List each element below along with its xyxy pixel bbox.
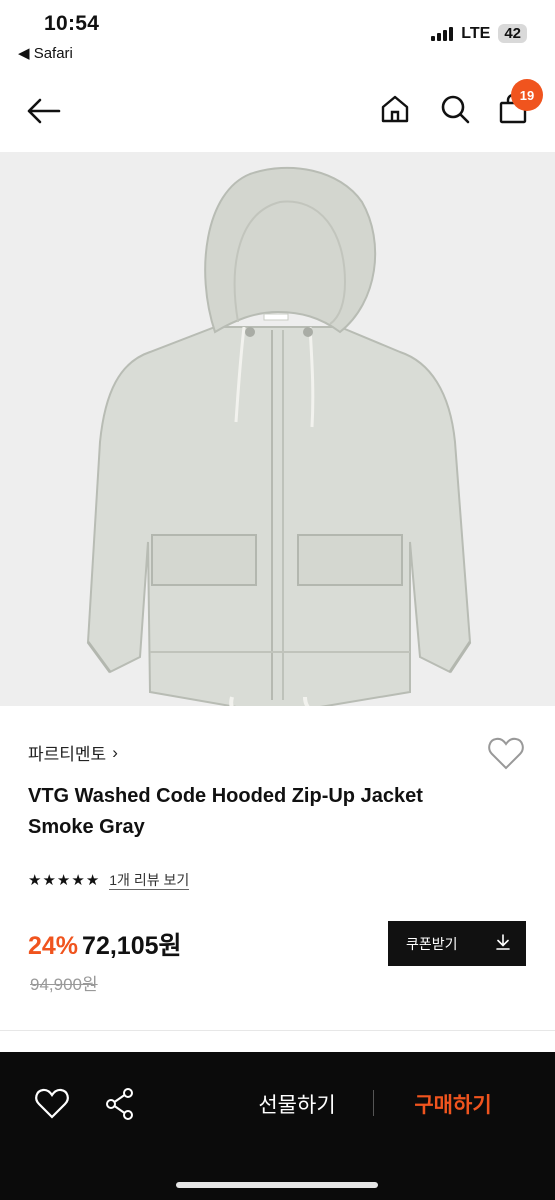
home-icon[interactable] — [374, 88, 416, 130]
coupon-label: 쿠폰받기 — [406, 935, 458, 952]
discount-rate: 24% — [28, 932, 79, 960]
chevron-right-icon: › — [112, 742, 118, 762]
home-indicator[interactable] — [176, 1182, 378, 1188]
back-to-safari-link[interactable]: ◀ Safari — [18, 44, 73, 62]
sale-price: 72,105원 — [82, 932, 182, 960]
star-icon: ★ — [28, 872, 42, 889]
status-indicators: LTE 42 — [431, 24, 527, 43]
gift-button[interactable]: 선물하기 — [238, 1086, 356, 1122]
star-rating: ★ ★ ★ ★ ★ — [28, 873, 99, 888]
battery-icon: 42 — [498, 24, 527, 43]
section-divider — [0, 1030, 555, 1031]
like-heart-icon[interactable] — [32, 1084, 72, 1124]
button-separator — [373, 1090, 374, 1116]
share-icon[interactable] — [100, 1084, 140, 1124]
review-link[interactable]: 1개 리뷰 보기 — [109, 871, 190, 890]
star-icon: ★ — [56, 872, 71, 889]
network-label: LTE — [461, 24, 491, 42]
status-time: 10:54 — [44, 12, 100, 35]
back-arrow-icon[interactable] — [22, 90, 64, 132]
rating-row: ★ ★ ★ ★ ★ 1개 리뷰 보기 — [28, 871, 190, 890]
product-image[interactable] — [0, 152, 555, 706]
wishlist-heart-icon[interactable] — [486, 734, 526, 774]
star-icon: ★ — [42, 872, 56, 889]
price-row: 24% 72,105원 — [28, 926, 182, 962]
bottom-action-bar: 선물하기 구매하기 — [0, 1052, 555, 1200]
status-bar: 10:54 ◀ Safari LTE 42 — [0, 0, 555, 70]
star-icon: ★ — [71, 872, 85, 889]
original-price: 94,900원 — [30, 975, 98, 994]
signal-icon — [431, 26, 454, 41]
cart-count-badge: 19 — [511, 79, 543, 111]
star-icon: ★ — [85, 872, 100, 889]
brand-name: 파르티멘토 — [28, 745, 107, 764]
search-icon[interactable] — [434, 88, 476, 130]
app-header — [0, 74, 555, 148]
download-icon — [496, 934, 510, 953]
buy-button[interactable]: 구매하기 — [394, 1086, 512, 1122]
coupon-download-button[interactable]: 쿠폰받기 — [388, 921, 526, 966]
brand-link[interactable]: 파르티멘토 › — [28, 740, 118, 765]
product-title: VTG Washed Code Hooded Zip-Up Jacket Smo… — [28, 785, 423, 838]
